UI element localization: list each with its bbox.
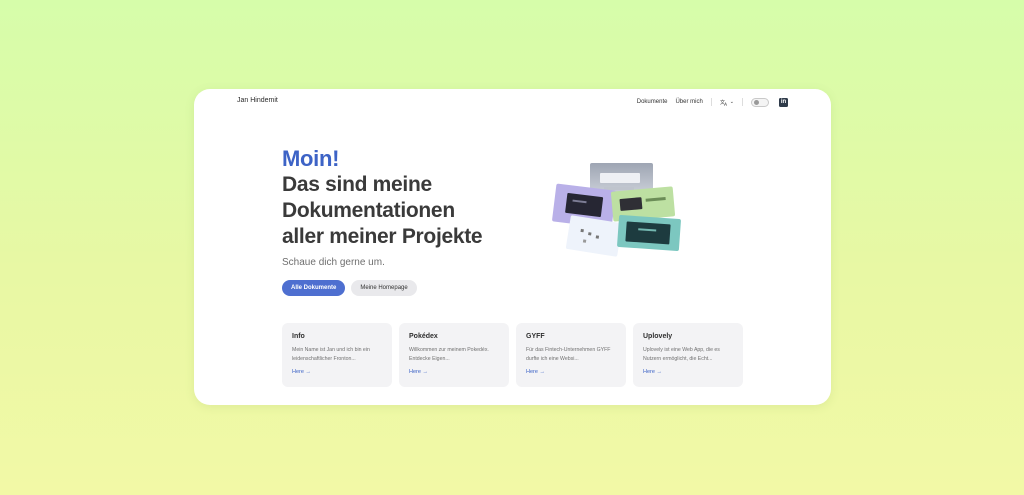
nav-about-link[interactable]: Über mich — [675, 99, 702, 105]
nav-divider — [742, 98, 743, 106]
card-link[interactable]: Here → — [526, 369, 545, 375]
hero-section: Moin! Das sind meine Dokumentationen all… — [282, 146, 562, 296]
card-link[interactable]: Here → — [643, 369, 662, 375]
card-title: GYFF — [526, 333, 545, 340]
linkedin-icon[interactable]: in — [779, 97, 788, 107]
homepage-button[interactable]: Meine Homepage — [351, 280, 417, 296]
hero-title: Das sind meine Dokumentationen aller mei… — [282, 172, 562, 250]
nav-divider — [710, 98, 712, 106]
hero-subtitle: Schaue dich gerne um. — [282, 257, 385, 268]
hero-greeting: Moin! — [282, 146, 340, 171]
language-switcher[interactable]: 文 A ⌄ — [720, 99, 734, 106]
nav-documents-link[interactable]: Dokumente — [637, 99, 668, 105]
project-cards: Info Mein Name ist Jan und ich bin ein l… — [282, 323, 743, 387]
hero-title-line: Das sind meine — [282, 173, 432, 196]
card-gyff[interactable]: GYFF Für das Fintech-Unternehmen GYFF du… — [516, 323, 626, 387]
card-pokedex[interactable]: Pokédex Willkommen zur meinem Pokedéx. E… — [399, 323, 509, 387]
all-documents-button[interactable]: Alle Dokumente — [282, 280, 346, 296]
translate-icon: 文 A — [720, 99, 727, 106]
card-description: Mein Name ist Jan und ich bin ein leiden… — [292, 347, 370, 362]
card-title: Info — [292, 333, 305, 340]
screenshot-teal — [616, 214, 682, 252]
card-link[interactable]: Here → — [292, 369, 311, 375]
header-nav: Dokumente Über mich 文 A ⌄ in — [629, 95, 788, 109]
background: Jan Hindemit Dokumente Über mich 文 A ⌄ i… — [0, 0, 1024, 495]
card-title: Uplovely — [643, 333, 673, 340]
card-description: Für das Fintech-Unternehmen GYFF durfte … — [526, 347, 611, 362]
brand-name[interactable]: Jan Hindemit — [237, 97, 278, 104]
project-screenshots-collage — [548, 157, 688, 257]
card-link[interactable]: Here → — [409, 369, 428, 375]
site-header: Jan Hindemit Dokumente Über mich 文 A ⌄ i… — [194, 89, 831, 115]
card-uplovely[interactable]: Uplovely Uplovely ist eine Web App, die … — [633, 323, 743, 387]
theme-toggle[interactable] — [751, 97, 769, 107]
screenshot-light — [565, 215, 623, 257]
card-description: Uplovely ist eine Web App, die es Nutzer… — [643, 347, 720, 362]
browser-window: Jan Hindemit Dokumente Über mich 文 A ⌄ i… — [194, 89, 831, 405]
card-title: Pokédex — [409, 333, 438, 340]
card-info[interactable]: Info Mein Name ist Jan und ich bin ein l… — [282, 323, 392, 387]
hero-buttons: Alle Dokumente Meine Homepage — [282, 280, 562, 296]
toggle-knob — [754, 100, 759, 105]
chevron-down-icon: ⌄ — [729, 99, 734, 105]
svg-text:A: A — [724, 101, 727, 105]
hero-title-line: Dokumentationen — [282, 199, 455, 222]
card-description: Willkommen zur meinem Pokedéx. Entdecke … — [409, 347, 489, 362]
hero-title-line: aller meiner Projekte — [282, 225, 483, 248]
